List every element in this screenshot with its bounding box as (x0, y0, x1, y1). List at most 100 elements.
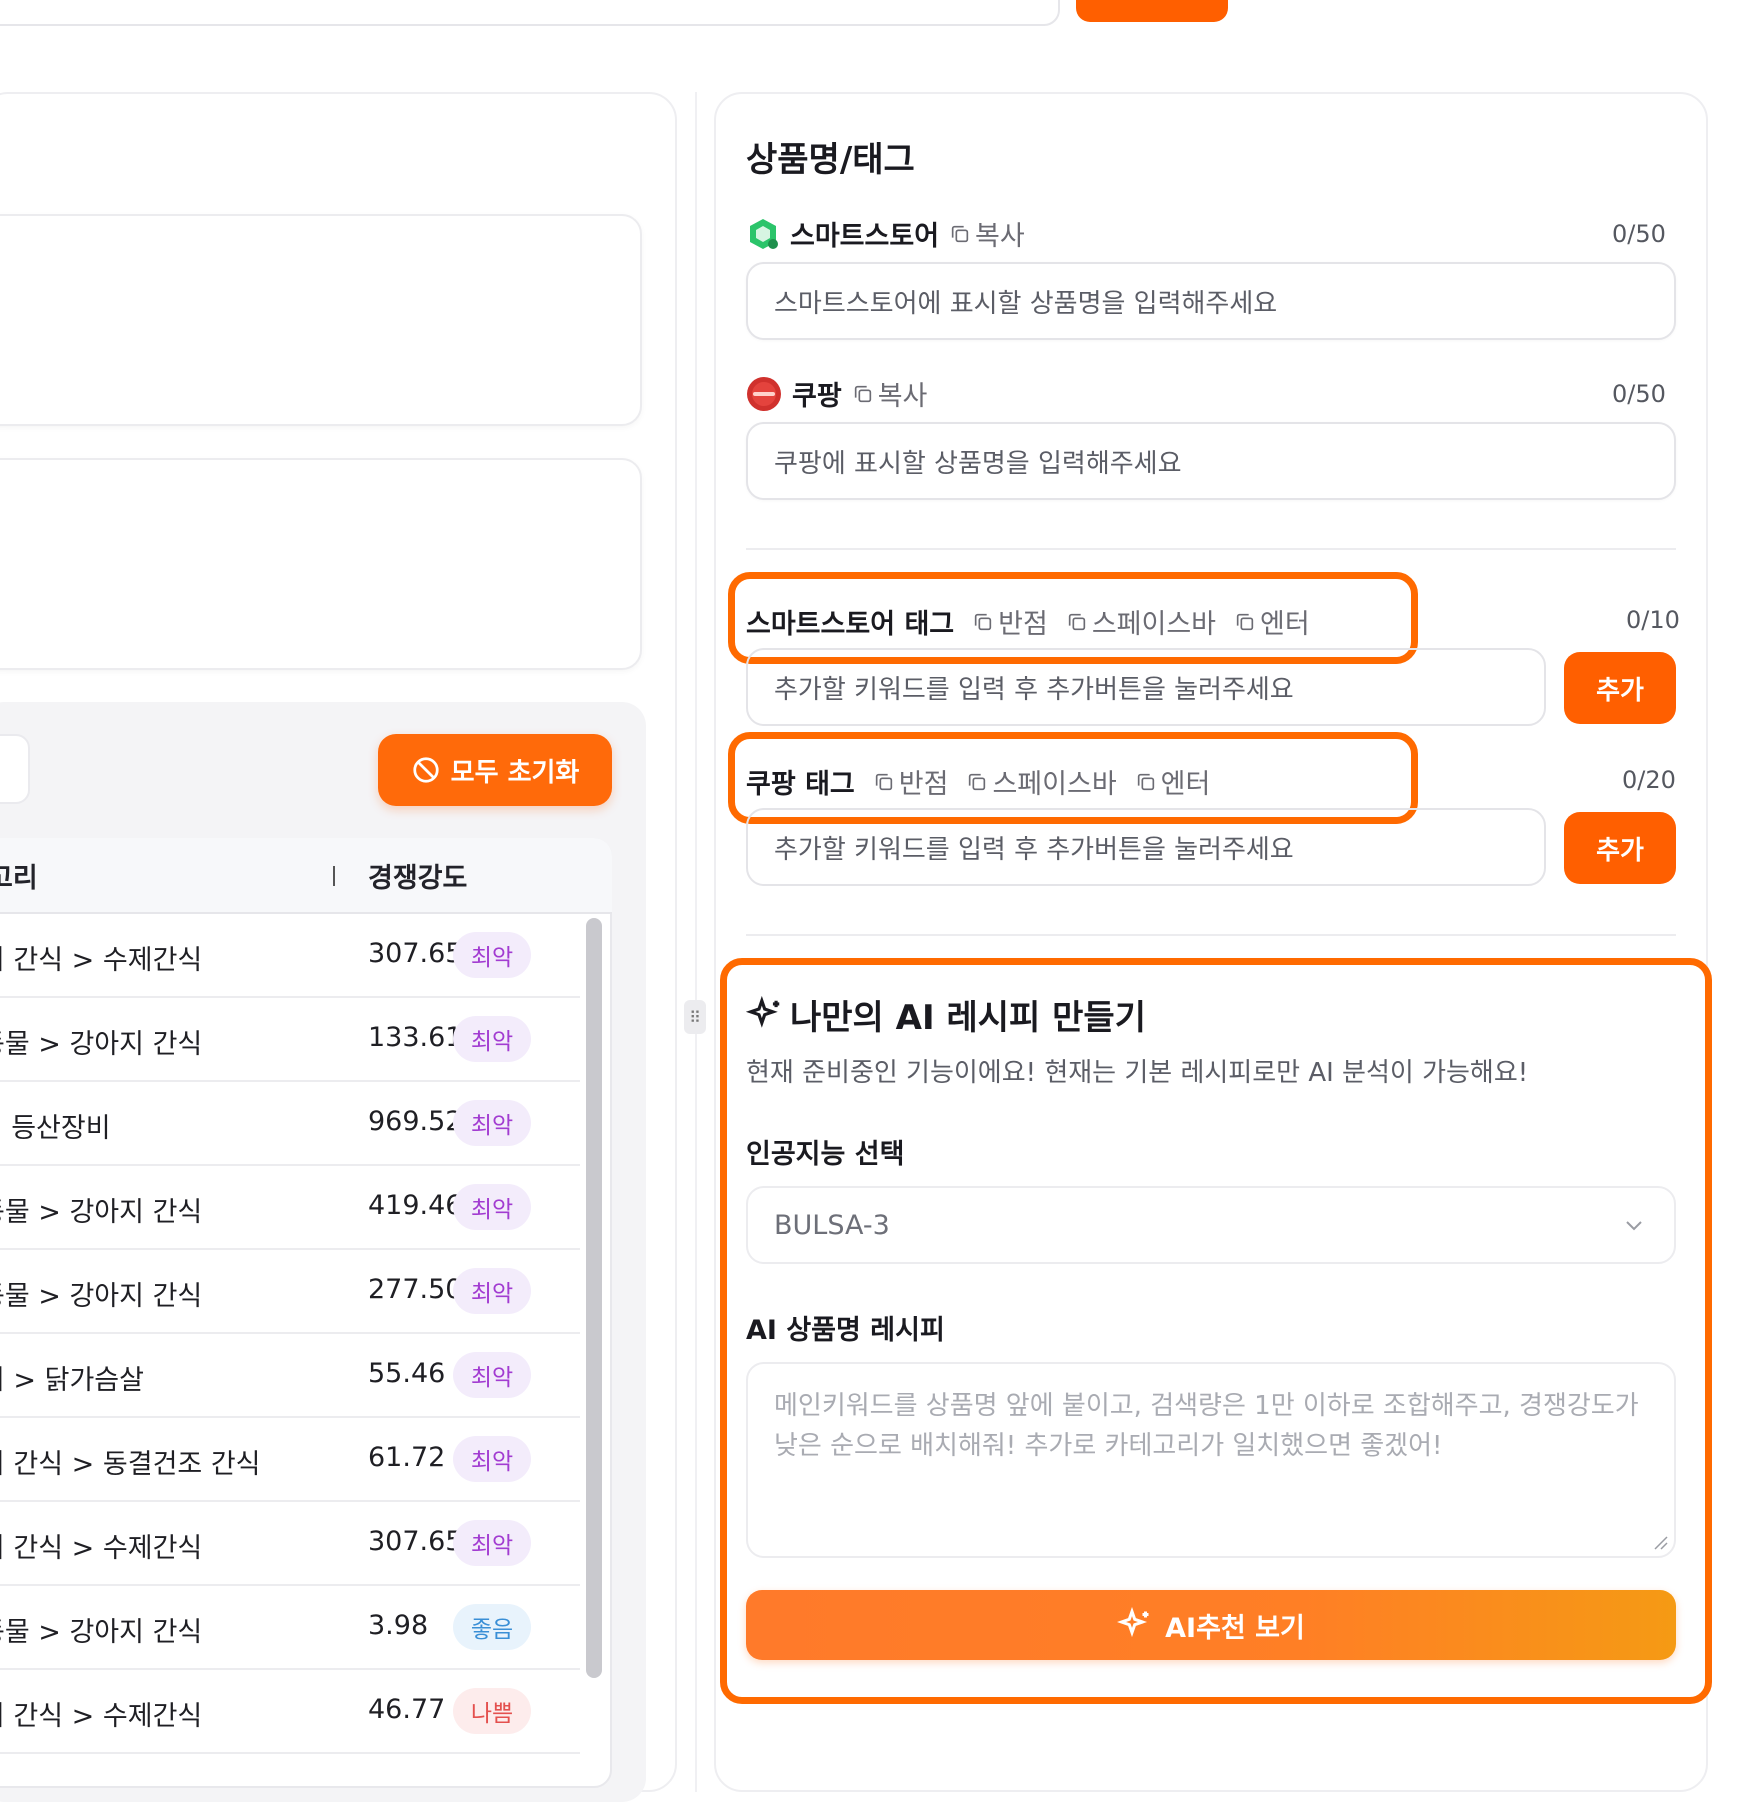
coupang-counter: 0/50 (1612, 380, 1666, 408)
row-competition-value: 61.72 (368, 1442, 446, 1473)
table-row[interactable]: 동물 > 강아지 간식 3.98 좋음 (0, 1586, 580, 1670)
competition-badge: 나쁨 (453, 1688, 531, 1734)
ai-recipe-label: AI 상품명 레시피 (746, 1315, 945, 1346)
reset-all-button[interactable]: 모두 초기화 (378, 734, 612, 806)
row-competition-value: 419.46 (368, 1190, 463, 1221)
smartstore-name: 스마트스토어 (790, 221, 940, 252)
ai-recipe-title: 나만의 AI 레시피 만들기 (746, 990, 1146, 1039)
ai-recipe-textarea[interactable]: 메인키워드를 상품명 앞에 붙이고, 검색량은 1만 이하로 조합해주고, 경쟁… (746, 1362, 1676, 1558)
competition-badge: 최악 (453, 1184, 531, 1230)
separator-comma-option[interactable]: 반점 (873, 762, 949, 801)
row-competition-value: 46.77 (368, 1694, 446, 1725)
smartstore-tags-title: 스마트스토어 태그 (746, 609, 955, 640)
option-label: 엔터 (1260, 609, 1310, 640)
copy-icon (951, 225, 969, 242)
section-divider (746, 934, 1676, 936)
table-row[interactable]: 지 간식 > 수제간식 46.77 나쁨 (0, 1670, 580, 1754)
option-label: 반점 (898, 769, 949, 800)
separator-enter-option[interactable]: 엔터 (1135, 762, 1211, 801)
row-competition-value: 55.46 (368, 1358, 446, 1389)
smartstore-product-name-input[interactable]: 스마트스토어에 표시할 상품명을 입력해주세요 (746, 262, 1676, 340)
column-header-category[interactable]: 고리 (0, 856, 38, 895)
row-category: 동물 > 강아지 간식 (0, 1197, 203, 1228)
smartstore-tag-input[interactable]: 추가할 키워드를 입력 후 추가버튼을 눌러주세요 (746, 648, 1546, 726)
resize-grip-icon[interactable] (1652, 1534, 1668, 1550)
table-row[interactable]: 기 > 닭가슴살 55.46최악 (0, 1334, 580, 1418)
row-competition-value: 133.61 (368, 1022, 463, 1053)
smartstore-tags-counter: 0/10 (1626, 606, 1680, 634)
table-scrollbar[interactable] (586, 918, 602, 1678)
ai-model-value: BULSA-3 (774, 1209, 890, 1241)
coupang-name: 쿠팡 (792, 381, 842, 412)
table-row[interactable]: > 등산장비 969.52최악 (0, 1082, 580, 1166)
separator-space-option[interactable]: 스페이스바 (1066, 602, 1216, 641)
reset-all-label: 모두 초기화 (450, 757, 580, 788)
row-category: 기 > 닭가슴살 (0, 1365, 144, 1396)
table-row[interactable]: 동물 > 강아지 간식 419.46 최악 (0, 1166, 580, 1250)
column-header-competition[interactable]: 경쟁강도 (368, 856, 467, 895)
option-label: 스페이스바 (1091, 609, 1217, 640)
section-title: 상품명/태그 (746, 140, 915, 180)
competition-badge: 최악 (453, 1436, 531, 1482)
competition-badge: 최악 (453, 1268, 531, 1314)
row-competition-value: 307.65 (368, 938, 463, 969)
row-category: 지 간식 > 수제간식 (0, 945, 203, 976)
coupang-tags-title: 쿠팡 태그 (746, 769, 855, 800)
smartstore-counter: 0/50 (1612, 220, 1666, 248)
copy-icon (1068, 613, 1085, 630)
section-divider (746, 548, 1676, 550)
column-resize-handle[interactable] (333, 866, 335, 886)
ai-model-select[interactable]: BULSA-3 (746, 1186, 1676, 1264)
left-control[interactable] (0, 734, 30, 804)
smartstore-logo-icon (750, 218, 778, 249)
ai-model-label: 인공지능 선택 (746, 1139, 905, 1170)
separator-enter-option[interactable]: 엔터 (1234, 602, 1310, 641)
copy-icon (969, 773, 986, 790)
copy-icon (1236, 613, 1254, 630)
smartstore-copy-button[interactable]: 복사 (949, 214, 1025, 253)
ai-recipe-title-text: 나만의 AI 레시피 만들기 (790, 998, 1146, 1038)
smartstore-row: 스마트스토어 복사 (746, 214, 1025, 253)
chevron-down-icon (1626, 1221, 1642, 1231)
row-category: > 등산장비 (0, 1113, 111, 1144)
left-card (0, 458, 642, 670)
ai-recommend-label: AI추천 보기 (1165, 1612, 1305, 1644)
coupang-tags-counter: 0/20 (1622, 766, 1676, 794)
table-row[interactable]: 지 간식 > 수제간식 307.65 최악 (0, 1502, 580, 1586)
ai-recommend-button[interactable]: AI추천 보기 (746, 1590, 1676, 1660)
coupang-row: 쿠팡 복사 (746, 374, 927, 413)
table-row[interactable]: 동물 > 강아지 간식 133.61 최악 (0, 998, 580, 1082)
coupang-copy-button[interactable]: 복사 (852, 374, 928, 413)
competition-badge: 최악 (453, 1520, 531, 1566)
top-search-button[interactable] (1076, 0, 1228, 22)
table-header (0, 838, 612, 914)
sparkle-icon (1117, 1607, 1149, 1638)
coupang-logo-icon (747, 376, 781, 411)
coupang-tags-header: 쿠팡 태그 반점 스페이스바 엔터 (746, 762, 1210, 801)
table-row[interactable]: 지 간식 > 동결건조 간식 61.72 최악 (0, 1418, 580, 1502)
competition-badge: 최악 (453, 932, 531, 978)
copy-label: 복사 (877, 381, 928, 412)
copy-icon (875, 773, 892, 790)
table-row[interactable]: 동물 > 강아지 간식 277.50 최악 (0, 1250, 580, 1334)
separator-space-option[interactable]: 스페이스바 (966, 762, 1117, 801)
top-search-input[interactable] (0, 0, 1060, 26)
row-competition-value: 3.98 (368, 1610, 429, 1641)
panel-divider (695, 92, 697, 1792)
smartstore-tag-add-button[interactable]: 추가 (1564, 652, 1676, 724)
row-category: 지 간식 > 동결건조 간식 (0, 1449, 261, 1480)
row-category: 지 간식 > 수제간식 (0, 1533, 203, 1564)
ai-recipe-subtitle: 현재 준비중인 기능이에요! 현재는 기본 레시피로만 AI 분석이 가능해요! (746, 1058, 1529, 1088)
left-card (0, 214, 642, 426)
option-label: 엔터 (1160, 769, 1211, 800)
coupang-tag-add-button[interactable]: 추가 (1564, 812, 1676, 884)
coupang-tag-input[interactable]: 추가할 키워드를 입력 후 추가버튼을 눌러주세요 (746, 808, 1546, 886)
row-category: 동물 > 강아지 간식 (0, 1281, 203, 1312)
table-row[interactable]: 지 간식 > 수제간식 307.65 최악 (0, 914, 580, 998)
row-competition-value: 307.65 (368, 1526, 463, 1557)
resize-handle-icon[interactable]: ⠿ (684, 1000, 706, 1034)
coupang-product-name-input[interactable]: 쿠팡에 표시할 상품명을 입력해주세요 (746, 422, 1676, 500)
prohibit-icon (413, 757, 439, 783)
smartstore-tags-header: 스마트스토어 태그 반점 스페이스바 엔터 (746, 602, 1310, 641)
separator-comma-option[interactable]: 반점 (972, 602, 1048, 641)
